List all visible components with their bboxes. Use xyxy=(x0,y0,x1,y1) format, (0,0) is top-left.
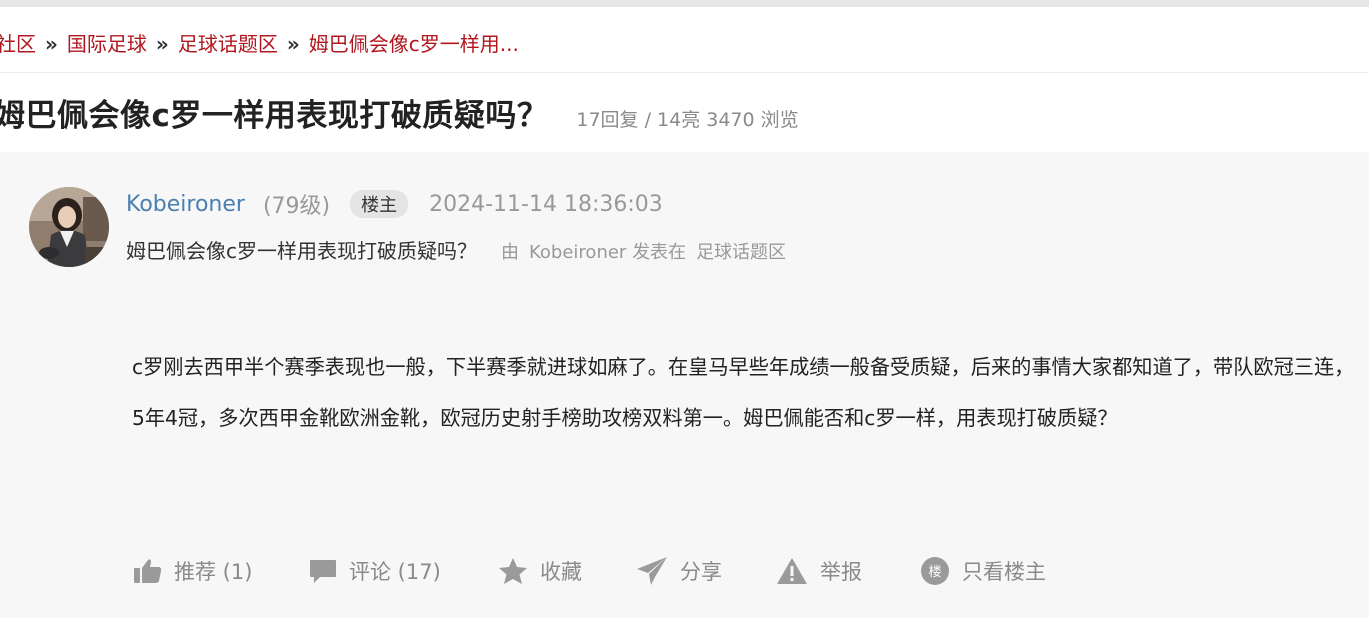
only-op-label: 只看楼主 xyxy=(962,560,1046,584)
breadcrumb-separator: » xyxy=(45,32,58,56)
post-author-row: Kobeironer (79级) 楼主 2024-11-14 18:36:03 xyxy=(126,188,663,220)
op-badge-icon-char: 楼 xyxy=(928,565,941,580)
breadcrumb: 社区 » 国际足球 » 足球话题区 » 姆巴佩会像c罗一样用... xyxy=(0,28,519,56)
report-button[interactable]: 举报 xyxy=(776,556,920,586)
paper-plane-icon xyxy=(637,557,667,585)
star-icon xyxy=(499,558,527,584)
favorite-button[interactable]: 收藏 xyxy=(498,556,636,586)
breadcrumb-separator: » xyxy=(286,32,300,56)
author-level: (79级) xyxy=(262,194,331,219)
breadcrumb-current-thread[interactable]: 姆巴佩会像c罗一样用... xyxy=(309,32,519,56)
thread-title: 姆巴佩会像c罗一样用表现打破质疑吗？ xyxy=(0,98,549,134)
breadcrumb-separator: » xyxy=(155,32,169,56)
thumbs-up-icon xyxy=(134,559,162,583)
share-button[interactable]: 分享 xyxy=(636,556,776,586)
recommend-button[interactable]: 推荐 (1) xyxy=(133,556,309,586)
author-name[interactable]: Kobeironer xyxy=(126,192,245,217)
thread-stats: 17回复 / 14亮 3470 浏览 xyxy=(576,109,799,131)
post-subtitle: 姆巴佩会像c罗一样用表现打破质疑吗？ xyxy=(126,239,477,263)
comment-label: 评论 (17) xyxy=(349,560,441,584)
posted-by-prefix: 由 xyxy=(501,242,519,263)
warning-icon xyxy=(777,558,807,584)
post-body: c罗刚去西甲半个赛季表现也一般，下半赛季就进球如麻了。在皇马早些年成绩一般备受质… xyxy=(132,355,1355,430)
breadcrumb-football-topics[interactable]: 足球话题区 xyxy=(178,32,278,56)
report-label: 举报 xyxy=(820,560,862,584)
comment-icon xyxy=(310,560,336,583)
op-badge: 楼主 xyxy=(350,190,409,218)
breadcrumb-international-football[interactable]: 国际足球 xyxy=(67,32,147,56)
post-timestamp: 2024-11-14 18:36:03 xyxy=(429,191,663,217)
posted-by-info: 由 Kobeironer 发表在 足球话题区 xyxy=(501,238,786,264)
share-label: 分享 xyxy=(680,560,722,584)
top-strip xyxy=(0,0,1369,7)
header-divider xyxy=(0,72,1369,73)
recommend-label: 推荐 (1) xyxy=(174,560,253,584)
breadcrumb-community[interactable]: 社区 xyxy=(0,32,36,56)
post-subline: 姆巴佩会像c罗一样用表现打破质疑吗？ 由 Kobeironer 发表在 足球话题区 xyxy=(126,235,786,264)
avatar-image xyxy=(29,187,109,267)
posted-in-forum[interactable]: 足球话题区 xyxy=(696,242,786,263)
posted-in-text: 发表在 xyxy=(632,242,687,263)
avatar[interactable] xyxy=(29,187,109,267)
comment-button[interactable]: 评论 (17) xyxy=(309,556,498,586)
thread-header: 姆巴佩会像c罗一样用表现打破质疑吗？ 17回复 / 14亮 3470 浏览 xyxy=(0,90,799,135)
only-op-button[interactable]: 楼 只看楼主 xyxy=(920,556,1046,586)
post-actions: 推荐 (1) 评论 (17) 收藏 分享 举报 楼 只看楼主 xyxy=(133,556,1046,586)
op-badge-icon: 楼 xyxy=(921,557,949,585)
posted-by-author[interactable]: Kobeironer xyxy=(529,242,626,263)
favorite-label: 收藏 xyxy=(540,560,582,584)
